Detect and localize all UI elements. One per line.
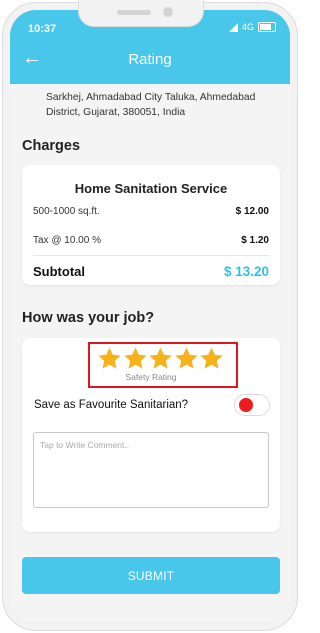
phone-mockup: 10:37 4G ← Rating Sarkhej, Ahmadabad Cit… [0,0,300,633]
comment-field[interactable] [33,432,269,508]
rating-label: Safety Rating [125,372,177,382]
tax-value: $ 1.20 [241,235,269,246]
battery-icon [258,22,276,32]
status-icons: 4G [228,22,276,32]
star-icon[interactable] [148,346,173,371]
star-icon[interactable] [123,346,148,371]
tax-row: Tax @ 10.00 % $ 1.20 [33,235,269,246]
charge-row: 500-1000 sq.ft. $ 12.00 [33,206,269,217]
subtotal-value: $ 13.20 [223,264,269,279]
feedback-card: Safety Rating Save as Favourite Sanitari… [22,338,280,532]
star-rating[interactable] [97,346,223,374]
app-screen: 10:37 4G ← Rating Sarkhej, Ahmadabad Cit… [10,10,290,623]
tax-label: Tax @ 10.00 % [33,235,101,246]
page-title: Rating [128,51,172,68]
charge-label: 500-1000 sq.ft. [33,206,100,217]
service-address: Sarkhej, Ahmadabad City Taluka, Ahmedaba… [46,92,256,118]
feedback-title: How was your job? [22,310,155,326]
toggle-knob [239,398,253,412]
charges-card: Home Sanitation Service 500-1000 sq.ft. … [22,165,280,285]
phone-notch [78,0,204,27]
front-camera [163,7,173,17]
wifi-signal-icon [228,22,238,32]
charges-title: Charges [22,138,81,154]
charge-value: $ 12.00 [235,206,269,217]
submit-button[interactable]: SUBMIT [22,557,280,594]
speaker-grille [117,10,151,15]
star-icon[interactable] [199,346,224,371]
network-type: 4G [241,22,254,32]
star-icon[interactable] [174,346,199,371]
subtotal-label: Subtotal [33,264,85,279]
favourite-toggle[interactable] [234,394,270,416]
favourite-label: Save as Favourite Sanitarian? [34,399,189,411]
status-time: 10:37 [28,23,57,35]
star-icon[interactable] [97,346,122,371]
divider [33,255,269,256]
service-name: Home Sanitation Service [74,181,228,196]
subtotal-row: Subtotal $ 13.20 [33,264,269,279]
